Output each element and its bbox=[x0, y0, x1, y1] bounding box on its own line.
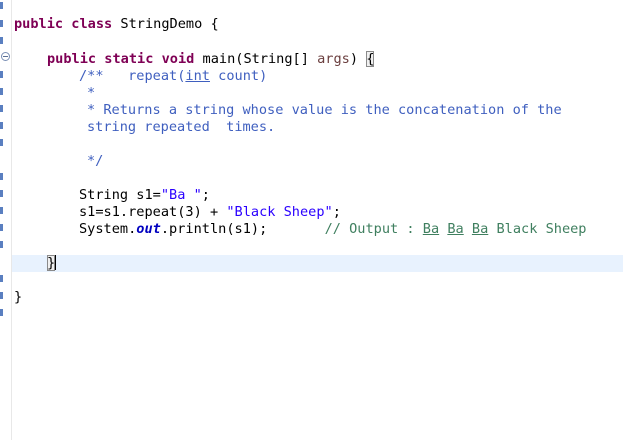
string-literal: "Black Sheep" bbox=[226, 204, 333, 220]
comment-text: Black Sheep bbox=[488, 221, 587, 237]
params-close: ) bbox=[349, 51, 367, 67]
spell-flagged-word: Ba bbox=[471, 221, 489, 237]
code-line-javadoc-close[interactable]: */ bbox=[87, 153, 103, 170]
keyword: public static void bbox=[47, 51, 195, 67]
code-line-method-close[interactable]: } bbox=[47, 255, 57, 272]
params-open: (String[] bbox=[235, 51, 318, 67]
javadoc-text: repeat( bbox=[103, 68, 186, 84]
keyword: public class bbox=[14, 16, 113, 32]
code-text: String s1= bbox=[79, 187, 161, 203]
code-line-javadoc-star[interactable]: * bbox=[87, 85, 95, 102]
code-text: s1=s1.repeat(3) + bbox=[79, 204, 227, 220]
gutter-separator bbox=[11, 0, 12, 440]
code-line-javadoc-open[interactable]: /** repeat(int count) bbox=[79, 68, 267, 85]
class-name: StringDemo bbox=[120, 16, 203, 32]
spell-flagged-word: Ba bbox=[422, 221, 440, 237]
string-literal: "Ba " bbox=[160, 187, 202, 203]
method-name: main bbox=[202, 51, 236, 67]
matching-brace: { bbox=[366, 51, 375, 67]
code-line-javadoc-2[interactable]: string repeated times. bbox=[87, 119, 275, 136]
javadoc-text: count) bbox=[209, 68, 268, 84]
editor-gutter bbox=[0, 0, 9, 440]
code-text: .println(s1); bbox=[160, 221, 268, 237]
code-line-statement-3[interactable]: System.out.println(s1); // Output : Ba B… bbox=[79, 221, 587, 238]
text-caret bbox=[55, 255, 57, 270]
spell-flagged-word: Ba bbox=[447, 221, 464, 237]
code-text: ; bbox=[332, 204, 341, 220]
code-line-javadoc-1[interactable]: * Returns a string whose value is the co… bbox=[87, 102, 562, 119]
comment-text: // Output : bbox=[324, 221, 423, 237]
fold-collapse-icon[interactable] bbox=[1, 52, 10, 61]
javadoc-marker: /** bbox=[79, 68, 104, 84]
param-name: args bbox=[317, 51, 350, 67]
line-comment: // Output : Ba Ba Ba Black Sheep bbox=[325, 221, 587, 237]
javadoc-keyword: int bbox=[185, 68, 210, 84]
code-text: System. bbox=[79, 221, 137, 237]
code-line-statement-2[interactable]: s1=s1.repeat(3) + "Black Sheep"; bbox=[79, 204, 341, 221]
static-field: out bbox=[136, 221, 161, 237]
matching-brace: } bbox=[47, 255, 56, 271]
code-line-main-declaration[interactable]: public static void main(String[] args) { bbox=[47, 51, 375, 68]
code-line-class-close[interactable]: } bbox=[14, 289, 22, 306]
current-line-highlight bbox=[12, 255, 623, 272]
code-line-class-declaration[interactable]: public class StringDemo { bbox=[14, 16, 219, 33]
code-line-statement-1[interactable]: String s1="Ba "; bbox=[79, 187, 210, 204]
brace: { bbox=[210, 16, 219, 32]
code-text: ; bbox=[201, 187, 210, 203]
